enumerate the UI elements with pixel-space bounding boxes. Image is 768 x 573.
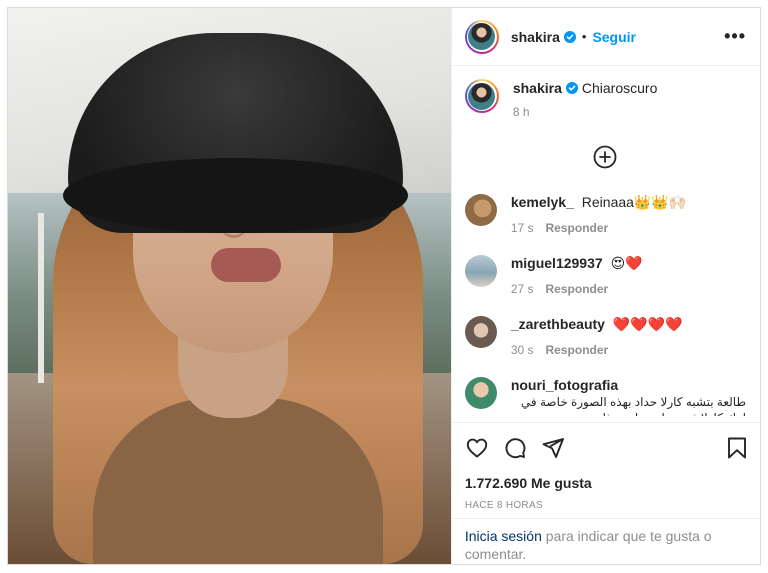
post-side-panel: shakira • Seguir ••• shakira Chiaroscuro — [450, 8, 760, 564]
reply-button[interactable]: Responder — [546, 221, 609, 235]
post-photo[interactable] — [8, 8, 451, 564]
verified-badge-icon — [565, 82, 578, 94]
photo-lips — [211, 248, 281, 282]
commenter-avatar[interactable] — [464, 377, 497, 409]
action-icons — [465, 435, 748, 461]
comment-time: 17 s — [510, 221, 534, 235]
comment-time: 30 s — [510, 343, 534, 357]
load-more-comments[interactable] — [465, 145, 746, 169]
comments-list[interactable]: shakira Chiaroscuro 8 h kemelyk_ Reinaaa👑… — [452, 66, 760, 416]
comment-item: nouri_fotografia طالعة بتشبه كارلا حداد … — [464, 376, 746, 416]
commenter-username[interactable]: _zarethbeauty — [511, 316, 605, 332]
caption-text: Chiaroscuro — [581, 80, 658, 96]
load-more-plus-icon[interactable] — [593, 145, 617, 169]
commenter-username[interactable]: nouri_fotografia — [511, 377, 618, 393]
commenter-avatar[interactable] — [464, 194, 497, 226]
verified-badge-icon — [563, 30, 576, 43]
reply-button[interactable]: Responder — [546, 343, 609, 357]
bookmark-icon[interactable] — [726, 436, 748, 460]
comment-item: miguel129937 😍❤️ 27 s Responder — [464, 254, 746, 296]
comment-time: 27 s — [510, 282, 534, 296]
author-username[interactable]: shakira — [511, 29, 560, 45]
commenter-username[interactable]: kemelyk_ — [511, 194, 574, 210]
comment-item: kemelyk_ Reinaaa👑👑🙌🏻 17 s Responder — [464, 193, 746, 235]
header-separator: • — [581, 29, 587, 44]
caption-author-username[interactable]: shakira — [513, 80, 562, 96]
follow-button[interactable]: Seguir — [592, 29, 636, 45]
comment-text: طالعة بتشبه كارلا حداد بهذه الصورة خاصة … — [520, 395, 746, 416]
comment-text: 😍❤️ — [610, 255, 643, 271]
author-avatar-image — [468, 23, 496, 50]
photo-window-frame — [38, 213, 44, 383]
caption-time: 8 h — [512, 105, 530, 119]
commenter-username[interactable]: miguel129937 — [511, 255, 603, 271]
commenter-avatar[interactable] — [464, 255, 497, 287]
likes-count[interactable]: 1.772.690 Me gusta — [465, 475, 748, 491]
commenter-avatar[interactable] — [464, 316, 497, 348]
post-header: shakira • Seguir ••• — [451, 8, 760, 66]
author-avatar[interactable] — [464, 19, 499, 54]
share-icon[interactable] — [541, 436, 565, 460]
post-actions: 1.772.690 Me gusta HACE 8 HORAS — [451, 422, 760, 511]
heart-icon[interactable] — [465, 436, 489, 460]
comment-item: _zarethbeauty ❤️❤️❤️❤️ 30 s Responder — [464, 315, 746, 357]
login-link[interactable]: Inicia sesión — [465, 528, 542, 544]
comment-icon[interactable] — [503, 436, 527, 460]
comment-text: Reinaaa👑👑🙌🏻 — [581, 194, 687, 210]
photo-hat-brim — [63, 158, 408, 233]
post-caption: shakira Chiaroscuro 8 h — [464, 79, 746, 119]
post-timestamp: HACE 8 HORAS — [464, 500, 543, 511]
login-prompt: Inicia sesión para indicar que te gusta … — [451, 518, 760, 563]
caption-author-avatar[interactable] — [464, 79, 499, 113]
more-options-icon[interactable]: ••• — [724, 26, 746, 47]
reply-button[interactable]: Responder — [546, 282, 609, 296]
comment-text: ❤️❤️❤️❤️ — [612, 316, 683, 332]
post-modal: shakira • Seguir ••• shakira Chiaroscuro — [7, 7, 761, 565]
